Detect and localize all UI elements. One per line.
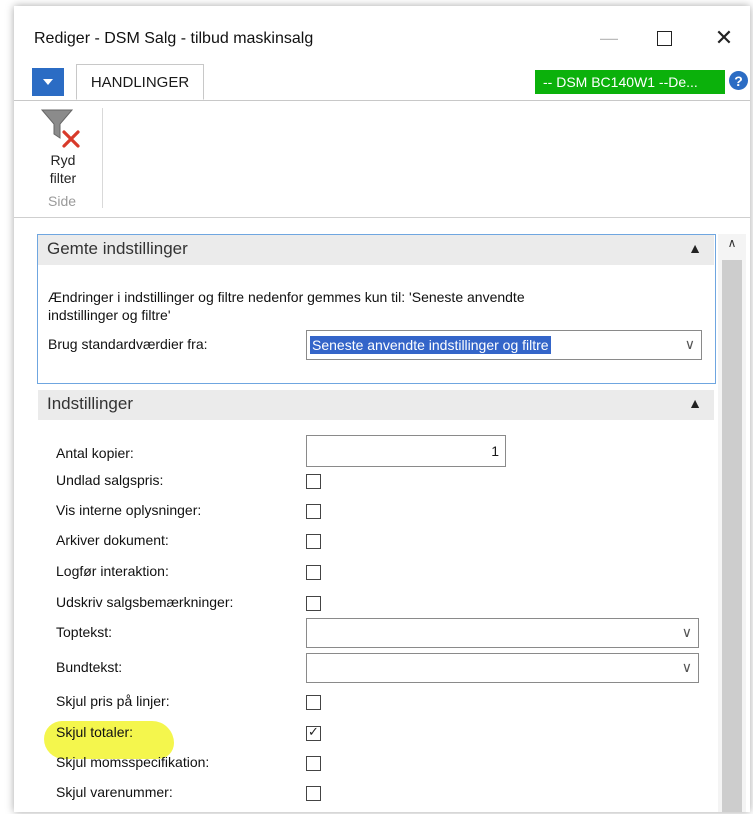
arkiver-dokument-checkbox[interactable] — [306, 534, 321, 549]
undlad-salgspris-checkbox[interactable] — [306, 474, 321, 489]
antal-kopier-input[interactable]: 1 — [306, 435, 506, 467]
saved-settings-title: Gemte indstillinger — [47, 239, 188, 258]
label-logfor-interaktion: Logfør interaktion: — [56, 563, 169, 579]
dialog-window: Rediger - DSM Salg - tilbud maskinsalg —… — [14, 6, 750, 812]
maximize-icon — [656, 30, 672, 46]
label-bundtekst: Bundtekst: — [56, 659, 123, 675]
label-skjul-varenummer: Skjul varenummer: — [56, 784, 173, 800]
ribbon-separator — [102, 108, 103, 208]
help-icon[interactable]: ? — [729, 71, 748, 90]
label-skjul-momsspecifikation: Skjul momsspecifikation: — [56, 754, 210, 770]
logfor-interaktion-checkbox[interactable] — [306, 565, 321, 580]
chevron-down-icon — [43, 79, 53, 85]
title-bar: Rediger - DSM Salg - tilbud maskinsalg —… — [14, 6, 750, 58]
funnel-with-red-x-icon — [40, 109, 80, 148]
chevron-up-icon[interactable]: ▲ — [688, 240, 702, 256]
clear-filter-label-line1: Ryd — [50, 152, 76, 168]
label-antal-kopier: Antal kopier: — [56, 445, 134, 461]
defaults-select-value: Seneste anvendte indstillinger og filtre — [310, 336, 551, 354]
maximize-button[interactable] — [644, 20, 684, 56]
ribbon-group-label: Side — [48, 193, 77, 209]
label-udskriv-salgsbemaerkninger: Udskriv salgsbemærkninger: — [56, 594, 234, 610]
label-undlad-salgspris: Undlad salgspris: — [56, 472, 164, 488]
bundtekst-dropdown[interactable]: ∨ — [306, 653, 699, 683]
tab-handlinger[interactable]: HANDLINGER — [76, 64, 204, 100]
label-toptekst: Toptekst: — [56, 624, 113, 640]
chevron-down-icon: ∨ — [684, 336, 695, 352]
window-title: Rediger - DSM Salg - tilbud maskinsalg — [34, 30, 314, 47]
skjul-totaler-checkbox[interactable]: ✓ — [306, 724, 321, 741]
settings-header[interactable]: Indstillinger ▲ — [38, 390, 714, 420]
defaults-select[interactable]: Seneste anvendte indstillinger og filtre… — [306, 330, 702, 360]
label-arkiver-dokument: Arkiver dokument: — [56, 532, 169, 548]
vis-interne-oplysninger-checkbox[interactable] — [306, 504, 321, 519]
close-button[interactable]: ✕ — [704, 20, 744, 56]
minimize-icon: — — [600, 27, 618, 48]
clear-filter-label-line2: filter — [49, 170, 77, 186]
label-skjul-totaler: Skjul totaler: — [56, 724, 134, 740]
chevron-down-icon: ∨ — [681, 624, 692, 640]
chevron-up-icon[interactable]: ▲ — [688, 395, 702, 411]
label-vis-interne-oplysninger: Vis interne oplysninger: — [56, 502, 202, 518]
minimize-button[interactable]: — — [589, 20, 629, 56]
scrollbar-thumb[interactable] — [722, 260, 742, 812]
app-menu-button[interactable] — [32, 68, 64, 96]
skjul-momsspecifikation-checkbox[interactable] — [306, 756, 321, 771]
skjul-pris-paa-linjer-checkbox[interactable] — [306, 695, 321, 710]
ribbon — [14, 100, 750, 218]
saved-settings-header[interactable]: Gemte indstillinger ▲ — [38, 235, 714, 265]
environment-badge: -- DSM BC140W1 --De... — [535, 70, 725, 94]
skjul-varenummer-checkbox[interactable] — [306, 786, 321, 801]
settings-title: Indstillinger — [47, 394, 133, 413]
label-skjul-pris-paa-linjer: Skjul pris på linjer: — [56, 693, 170, 709]
udskriv-salgsbemaerkninger-checkbox[interactable] — [306, 596, 321, 611]
clear-filter-label: Ryd filter — [44, 151, 82, 187]
saved-settings-info: Ændringer i indstillinger og filtre nede… — [48, 289, 525, 323]
close-icon: ✕ — [714, 25, 734, 50]
antal-kopier-value: 1 — [491, 443, 499, 459]
check-icon: ✓ — [308, 724, 319, 739]
defaults-label: Brug standardværdier fra: — [48, 336, 208, 352]
toptekst-dropdown[interactable]: ∨ — [306, 618, 699, 648]
scroll-up-icon[interactable]: ∧ — [720, 236, 744, 250]
chevron-down-icon: ∨ — [681, 659, 692, 675]
